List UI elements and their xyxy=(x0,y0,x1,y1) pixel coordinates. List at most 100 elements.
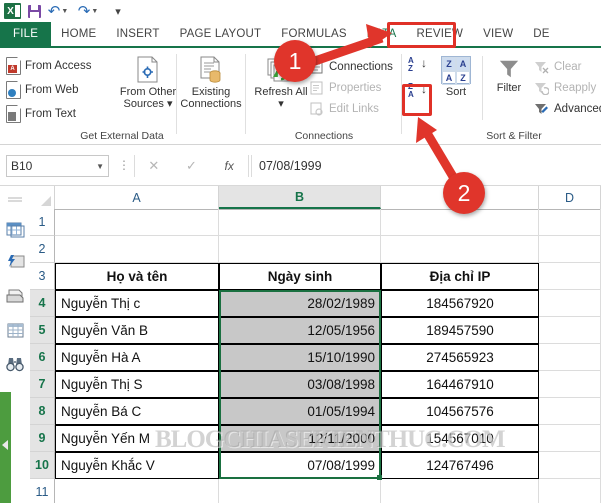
cell-C9[interactable]: 154567010 xyxy=(381,425,539,452)
cell-B7[interactable]: 03/08/1998 xyxy=(219,371,381,398)
row-header-5[interactable]: 5 xyxy=(30,317,55,344)
row-header-4[interactable]: 4 xyxy=(30,290,55,317)
sheet-tool-button[interactable] xyxy=(5,320,25,340)
name-box[interactable]: B10 ▼ xyxy=(6,155,109,177)
row-header-3[interactable]: 3 xyxy=(30,263,55,290)
sort-descending-button[interactable]: Z A ↓ xyxy=(408,82,428,100)
row-header-11[interactable]: 11 xyxy=(30,479,55,503)
row-header-9[interactable]: 9 xyxy=(30,425,55,452)
cell-A1[interactable] xyxy=(55,209,219,236)
table-header-cell-C3[interactable]: Địa chỉ IP xyxy=(381,263,539,290)
cell-D5[interactable] xyxy=(539,317,601,344)
cell-D9[interactable] xyxy=(539,425,601,452)
save-button[interactable] xyxy=(23,1,45,21)
cell-D6[interactable] xyxy=(539,344,601,371)
other-sources-icon xyxy=(137,56,158,83)
cell-B2[interactable] xyxy=(219,236,381,263)
print-tool-button[interactable] xyxy=(5,286,25,306)
advanced-filter-icon xyxy=(535,103,548,114)
cell-B8[interactable]: 01/05/1994 xyxy=(219,398,381,425)
ribbon-tab-insert[interactable]: INSERT xyxy=(106,22,169,46)
customize-qat-button[interactable]: ▾ xyxy=(107,1,129,21)
filter-button[interactable]: Filter xyxy=(488,58,530,94)
cell-A11[interactable] xyxy=(55,479,219,503)
cell-A9[interactable]: Nguyễn Yến M xyxy=(55,425,219,452)
table-tool-button[interactable] xyxy=(5,220,25,240)
advanced-filter-button[interactable]: Advanced xyxy=(534,98,601,119)
ribbon-tab-data[interactable]: DATA xyxy=(356,22,407,46)
select-all-button[interactable] xyxy=(30,186,55,209)
from-access-button[interactable]: A From Access xyxy=(6,54,91,78)
text-badge xyxy=(8,112,16,121)
row-header-8[interactable]: 8 xyxy=(30,398,55,425)
cell-D2[interactable] xyxy=(539,236,601,263)
column-header-a[interactable]: A xyxy=(55,186,219,209)
cell-A6[interactable]: Nguyễn Hà A xyxy=(55,344,219,371)
undo-dropdown-icon[interactable]: ▼ xyxy=(61,8,68,15)
redo-dropdown-icon[interactable]: ▼ xyxy=(91,8,98,15)
cell-D3[interactable] xyxy=(539,263,601,290)
table-header-cell-A3[interactable]: Họ và tên xyxy=(55,263,219,290)
cell-B9[interactable]: 12/11/2000 xyxy=(219,425,381,452)
from-other-sources-dropdown-icon[interactable]: ▾ xyxy=(167,98,173,110)
cell-B11[interactable] xyxy=(219,479,381,503)
insert-function-button[interactable]: fx xyxy=(210,159,248,173)
cell-B1[interactable] xyxy=(219,209,381,236)
sort-ascending-button[interactable]: A Z ↓ xyxy=(408,56,428,74)
refresh-all-dropdown-icon[interactable]: ▾ xyxy=(278,98,284,110)
row-header-2[interactable]: 2 xyxy=(30,236,55,263)
cell-A8[interactable]: Nguyễn Bá C xyxy=(55,398,219,425)
from-web-button[interactable]: From Web xyxy=(6,78,91,102)
cell-C11[interactable] xyxy=(381,479,539,503)
undo-button[interactable]: ↶ ▼ xyxy=(47,1,69,21)
cell-C4[interactable]: 184567920 xyxy=(381,290,539,317)
cell-A5[interactable]: Nguyễn Văn B xyxy=(55,317,219,344)
cell-D1[interactable] xyxy=(539,209,601,236)
row-header-10[interactable]: 10 xyxy=(30,452,55,479)
cell-B10[interactable]: 07/08/1999 xyxy=(219,452,381,479)
cell-C2[interactable] xyxy=(381,236,539,263)
collapse-pane-handle[interactable] xyxy=(0,392,11,503)
table-header-cell-B3[interactable]: Ngày sinh xyxy=(219,263,381,290)
divider-icon xyxy=(5,190,25,210)
cell-D11[interactable] xyxy=(539,479,601,503)
from-text-button[interactable]: From Text xyxy=(6,102,91,126)
find-tool-button[interactable] xyxy=(5,354,25,374)
connections-button[interactable]: Connections xyxy=(310,56,393,77)
cell-B5[interactable]: 12/05/1956 xyxy=(219,317,381,344)
cell-A7[interactable]: Nguyễn Thị S xyxy=(55,371,219,398)
cell-C7[interactable]: 164467910 xyxy=(381,371,539,398)
cell-C8[interactable]: 104567576 xyxy=(381,398,539,425)
ribbon-tab-home[interactable]: HOME xyxy=(51,22,106,46)
ribbon-tab-view[interactable]: VIEW xyxy=(473,22,523,46)
cell-A10[interactable]: Nguyễn Khắc V xyxy=(55,452,219,479)
cell-C5[interactable]: 189457590 xyxy=(381,317,539,344)
cell-B4[interactable]: 28/02/1989 xyxy=(219,290,381,317)
row-header-7[interactable]: 7 xyxy=(30,371,55,398)
cell-D4[interactable] xyxy=(539,290,601,317)
cell-C10[interactable]: 124767496 xyxy=(381,452,539,479)
name-box-dropdown-icon[interactable]: ▼ xyxy=(96,162,104,171)
cell-D8[interactable] xyxy=(539,398,601,425)
redo-button[interactable]: ↷ ▼ xyxy=(77,1,99,21)
cell-C6[interactable]: 274565923 xyxy=(381,344,539,371)
ribbon-tab-file[interactable]: FILE xyxy=(0,22,52,46)
ribbon-tab-page-layout[interactable]: PAGE LAYOUT xyxy=(170,22,272,46)
cell-D7[interactable] xyxy=(539,371,601,398)
cell-B6[interactable]: 15/10/1990 xyxy=(219,344,381,371)
row-header-1[interactable]: 1 xyxy=(30,209,55,236)
sort-dialog-button[interactable]: ZAAZ Sort xyxy=(436,56,476,98)
row-header-6[interactable]: 6 xyxy=(30,344,55,371)
flash-fill-tool-button[interactable] xyxy=(5,252,25,272)
cell-D10[interactable] xyxy=(539,452,601,479)
cell-A4[interactable]: Nguyễn Thị c xyxy=(55,290,219,317)
existing-connections-button[interactable]: Existing Connections xyxy=(180,56,242,110)
cancel-formula-button[interactable]: ✕ xyxy=(135,158,173,174)
ribbon-tab-de[interactable]: DE xyxy=(523,22,559,46)
formula-input[interactable]: 07/08/1999 xyxy=(251,155,595,177)
ribbon-tab-review[interactable]: REVIEW xyxy=(407,22,474,46)
enter-formula-button[interactable]: ✓ xyxy=(173,158,211,174)
cell-A2[interactable] xyxy=(55,236,219,263)
column-header-d[interactable]: D xyxy=(539,186,601,209)
column-header-b[interactable]: B xyxy=(219,186,381,209)
